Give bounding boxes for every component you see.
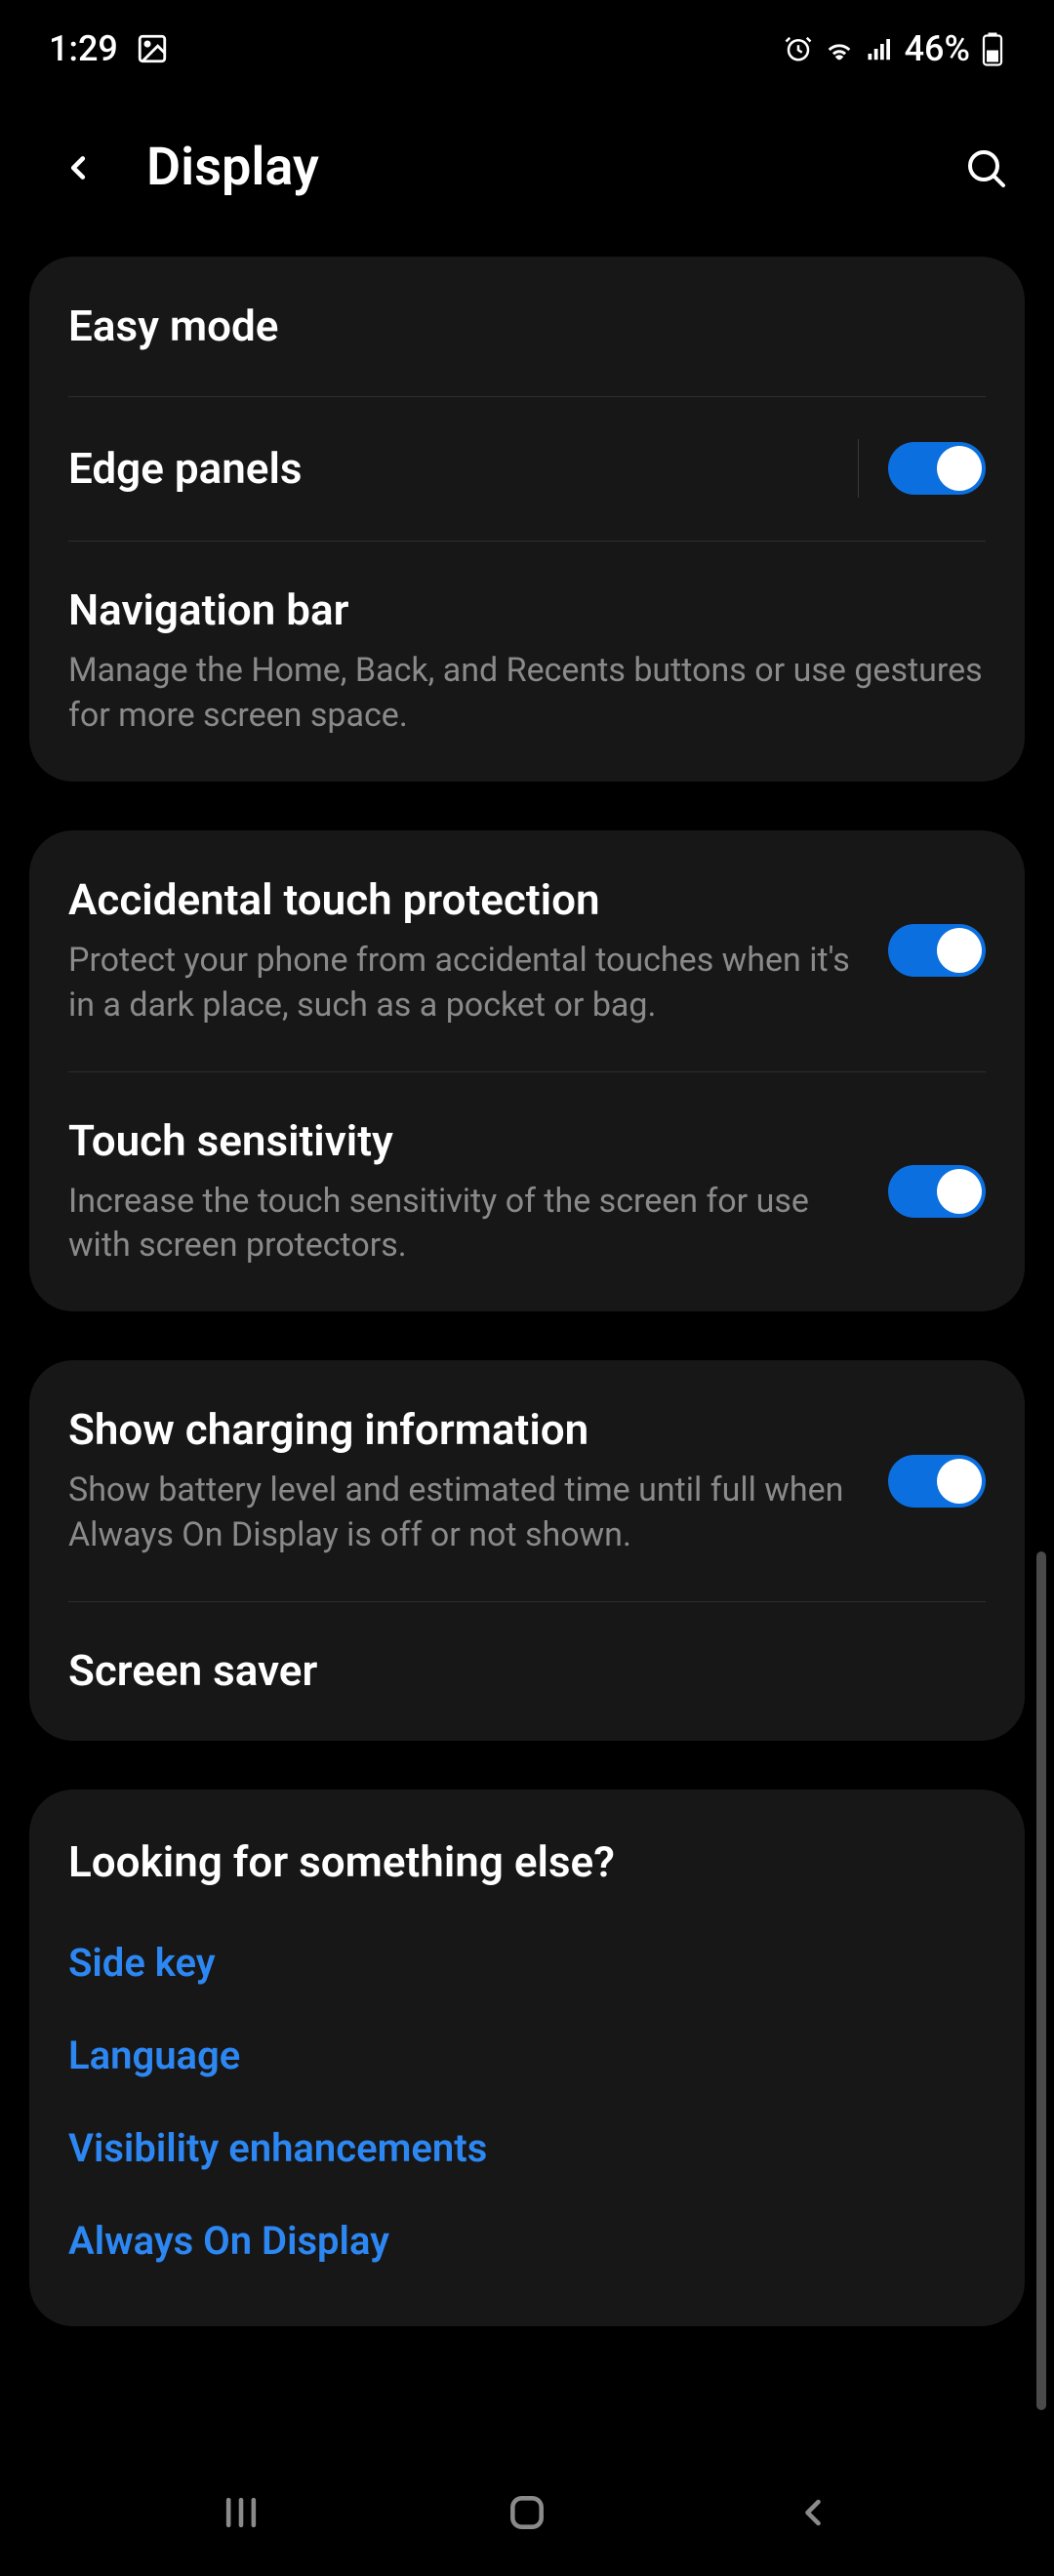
row-charging-info[interactable]: Show charging information Show battery l… (29, 1360, 1025, 1601)
link-side-key[interactable]: Side key (29, 1916, 1025, 2009)
image-icon (136, 32, 169, 65)
edge-panels-toggle[interactable] (888, 442, 986, 495)
settings-group: Accidental touch protection Protect your… (29, 830, 1025, 1312)
back-button[interactable] (49, 139, 107, 197)
status-battery-text: 46% (905, 28, 970, 69)
recents-button[interactable] (202, 2474, 280, 2552)
toggle-divider (858, 439, 859, 498)
status-time: 1:29 (49, 28, 118, 69)
row-subtitle: Manage the Home, Back, and Recents butto… (68, 649, 986, 739)
link-language[interactable]: Language (29, 2009, 1025, 2102)
row-title: Accidental touch protection (68, 873, 859, 927)
row-screen-saver[interactable]: Screen saver (29, 1601, 1025, 1741)
row-title: Screen saver (68, 1644, 986, 1698)
link-always-on-display[interactable]: Always On Display (29, 2194, 1025, 2287)
looking-for-card: Looking for something else? Side key Lan… (29, 1790, 1025, 2326)
search-button[interactable] (956, 139, 1015, 197)
row-title: Touch sensitivity (68, 1114, 859, 1168)
row-subtitle: Protect your phone from accidental touch… (68, 939, 859, 1028)
row-title: Easy mode (68, 300, 986, 353)
link-visibility-enhancements[interactable]: Visibility enhancements (29, 2102, 1025, 2194)
status-bar: 1:29 46% (0, 0, 1054, 98)
looking-for-title: Looking for something else? (29, 1790, 1025, 1916)
row-navigation-bar[interactable]: Navigation bar Manage the Home, Back, an… (29, 541, 1025, 782)
page-header: Display (0, 98, 1054, 257)
row-title: Navigation bar (68, 584, 986, 637)
row-touch-sensitivity[interactable]: Touch sensitivity Increase the touch sen… (29, 1071, 1025, 1312)
page-title: Display (146, 137, 956, 198)
scroll-indicator[interactable] (1036, 1551, 1046, 2410)
row-title: Edge panels (68, 442, 829, 496)
system-nav-bar (0, 2449, 1054, 2576)
settings-group: Easy mode Edge panels Navigation bar Man… (29, 257, 1025, 782)
row-subtitle: Increase the touch sensitivity of the sc… (68, 1180, 859, 1269)
row-title: Show charging information (68, 1403, 859, 1457)
settings-group: Show charging information Show battery l… (29, 1360, 1025, 1741)
charging-info-toggle[interactable] (888, 1455, 986, 1508)
home-button[interactable] (488, 2474, 566, 2552)
row-edge-panels[interactable]: Edge panels (29, 396, 1025, 541)
row-accidental-touch[interactable]: Accidental touch protection Protect your… (29, 830, 1025, 1071)
row-easy-mode[interactable]: Easy mode (29, 257, 1025, 396)
accidental-touch-toggle[interactable] (888, 924, 986, 977)
row-subtitle: Show battery level and estimated time un… (68, 1469, 859, 1558)
wifi-icon (823, 32, 856, 65)
back-nav-button[interactable] (774, 2474, 852, 2552)
signal-icon (866, 34, 895, 63)
battery-icon (980, 31, 1005, 66)
alarm-icon (784, 34, 813, 63)
settings-content: Easy mode Edge panels Navigation bar Man… (0, 257, 1054, 2326)
touch-sensitivity-toggle[interactable] (888, 1165, 986, 1218)
